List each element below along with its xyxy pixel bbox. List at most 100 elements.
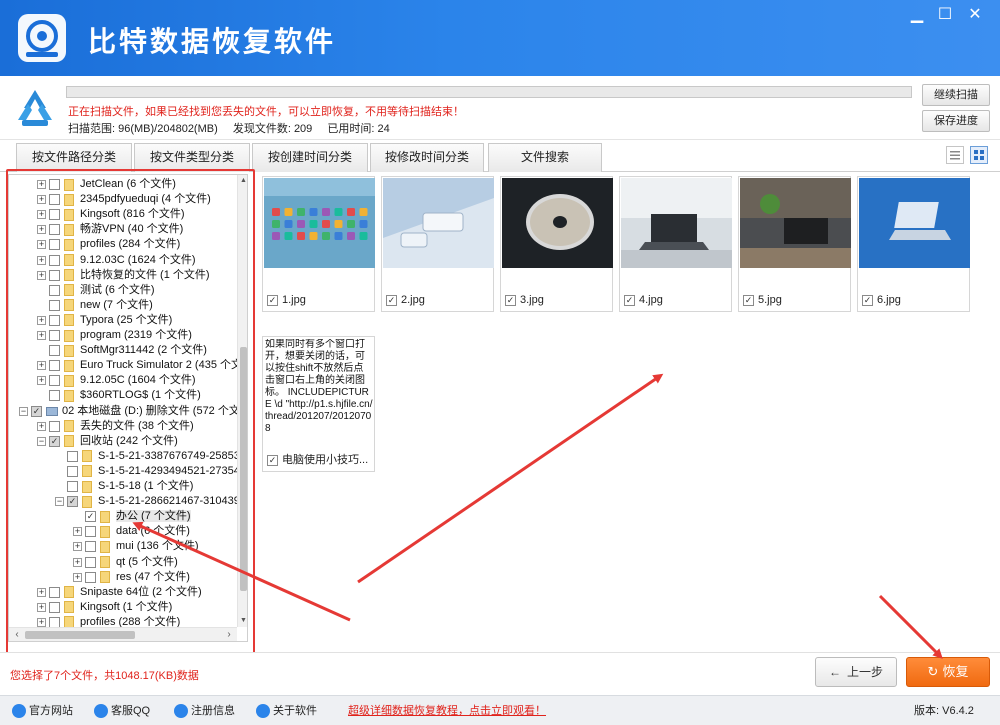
tree-row[interactable]: 测试 (6 个文件) xyxy=(37,283,155,298)
expand-toggle-icon[interactable]: + xyxy=(37,225,46,235)
expand-toggle-icon[interactable]: + xyxy=(37,617,46,627)
tree-checkbox[interactable] xyxy=(49,314,60,326)
save-progress-button[interactable]: 保存进度 xyxy=(922,110,990,132)
list-view-icon[interactable] xyxy=(946,146,964,164)
tree-checkbox[interactable] xyxy=(67,450,78,462)
expand-toggle-icon[interactable]: + xyxy=(73,572,82,582)
tree-checkbox[interactable] xyxy=(67,481,78,492)
expand-toggle-icon[interactable]: − xyxy=(37,436,46,446)
expand-toggle-icon[interactable]: + xyxy=(37,376,46,386)
tree-row[interactable]: S-1-5-18 (1 个文件) xyxy=(55,479,193,494)
tree-row[interactable]: +9.12.05C (1604 个文件) xyxy=(37,373,196,388)
scroll-right-icon[interactable]: › xyxy=(223,628,235,641)
tree-checkbox[interactable]: ✓ xyxy=(85,511,96,523)
tree-row[interactable]: + mui (136 个文件) xyxy=(73,539,199,554)
file-thumbnail-card[interactable]: ✓ 3.jpg xyxy=(500,176,613,312)
tree-checkbox[interactable] xyxy=(67,465,78,477)
tree-checkbox[interactable] xyxy=(49,330,60,341)
expand-toggle-icon[interactable]: − xyxy=(19,406,28,416)
tree-checkbox[interactable]: ✓ xyxy=(49,435,60,447)
tree-row[interactable]: +2345pdfyueduqi (4 个文件) xyxy=(37,192,211,207)
tree-checkbox[interactable] xyxy=(49,269,60,281)
official-site-link[interactable]: 官方网站 xyxy=(12,703,73,719)
expand-toggle-icon[interactable]: + xyxy=(37,331,46,340)
expand-toggle-icon[interactable]: + xyxy=(73,542,82,552)
tree-checkbox[interactable] xyxy=(49,209,60,221)
tree-row[interactable]: S-1-5-21-3387676749-2585350 xyxy=(55,449,237,464)
expand-toggle-icon[interactable]: + xyxy=(37,421,46,431)
tree-row[interactable]: S-1-5-21-4293494521-2735482 xyxy=(55,464,237,479)
file-checkbox[interactable]: ✓ xyxy=(386,294,397,306)
expand-toggle-icon[interactable]: + xyxy=(73,557,82,567)
file-thumbnail-card[interactable]: ✓ 2.jpg xyxy=(381,176,494,312)
maximize-button[interactable]: ☐ xyxy=(932,4,958,26)
tree-row[interactable]: + Typora (25 个文件) xyxy=(37,313,172,328)
tree-row[interactable]: + 丢失的文件 (38 个文件) xyxy=(37,419,194,434)
expand-toggle-icon[interactable]: + xyxy=(37,195,46,205)
tree-checkbox[interactable] xyxy=(49,375,60,387)
tree-checkbox[interactable] xyxy=(85,571,96,583)
tree-row[interactable]: + profiles (284 个文件) xyxy=(37,237,180,252)
previous-step-button[interactable]: ← 上一步 xyxy=(815,657,897,687)
file-checkbox[interactable]: ✓ xyxy=(624,294,635,306)
scroll-thumb[interactable] xyxy=(240,347,247,591)
expand-toggle-icon[interactable]: − xyxy=(55,497,64,507)
file-checkbox[interactable]: ✓ xyxy=(267,294,278,306)
register-info-link[interactable]: 注册信息 xyxy=(174,703,235,719)
tree-checkbox[interactable] xyxy=(85,556,96,568)
tree-row[interactable]: + Kingsoft (1 个文件) xyxy=(37,600,172,615)
tutorial-link[interactable]: 超级详细数据恢复教程，点击立即观看！ xyxy=(348,703,546,719)
tab-file-search[interactable]: 文件搜索 xyxy=(488,143,602,172)
file-checkbox[interactable]: ✓ xyxy=(862,294,873,306)
tree-checkbox[interactable] xyxy=(49,616,60,627)
tree-horizontal-scrollbar[interactable]: ‹ › xyxy=(9,627,237,641)
file-thumbnail-card[interactable]: ✓ 5.jpg xyxy=(738,176,851,312)
tree-checkbox[interactable] xyxy=(49,299,60,311)
tree-checkbox[interactable] xyxy=(49,254,60,266)
tree-checkbox[interactable] xyxy=(49,194,60,206)
tree-vertical-scrollbar[interactable]: ▲ ▼ xyxy=(237,175,247,627)
tree-checkbox[interactable] xyxy=(49,224,60,236)
tree-row[interactable]: + 畅游VPN (40 个文件) xyxy=(37,222,183,237)
file-thumbnail-card[interactable]: ✓ 4.jpg xyxy=(619,176,732,312)
tree-checkbox[interactable]: ✓ xyxy=(31,405,42,417)
doc-file-checkbox[interactable]: ✓ xyxy=(267,454,278,466)
tab-by-modified[interactable]: 按修改时间分类 xyxy=(370,143,484,172)
minimize-button[interactable]: ▁ xyxy=(904,4,930,26)
tree-row[interactable]: new (7 个文件) xyxy=(37,298,153,313)
tree-checkbox[interactable] xyxy=(49,345,60,357)
expand-toggle-icon[interactable]: + xyxy=(37,255,46,265)
doc-file-card[interactable]: 如果同时有多个窗口打开，想要关闭的话，可以按住shift不放然后点击窗口右上角的… xyxy=(262,336,375,472)
tree-checkbox[interactable] xyxy=(49,360,60,372)
tree-row[interactable]: + qt (5 个文件) xyxy=(73,555,178,570)
tree-checkbox[interactable] xyxy=(49,179,60,190)
file-thumbnail-card[interactable]: ✓ 1.jpg xyxy=(262,176,375,312)
file-checkbox[interactable]: ✓ xyxy=(505,294,516,306)
tree-checkbox[interactable] xyxy=(85,541,96,553)
tab-by-type[interactable]: 按文件类型分类 xyxy=(134,143,250,172)
continue-scan-button[interactable]: 继续扫描 xyxy=(922,84,990,106)
tree-row[interactable]: +9.12.03C (1624 个文件) xyxy=(37,253,196,268)
recover-button[interactable]: ↻ 恢复 xyxy=(906,657,990,687)
tree-row[interactable]: + program (2319 个文件) xyxy=(37,328,192,343)
tree-row[interactable]: − ✓ S-1-5-21-286621467-3104391 xyxy=(55,494,237,509)
expand-toggle-icon[interactable]: + xyxy=(37,587,46,597)
expand-toggle-icon[interactable]: + xyxy=(37,602,46,612)
tree-row[interactable]: + JetClean (6 个文件) xyxy=(37,177,176,192)
tree-row[interactable]: ✓ 办公 (7 个文件) xyxy=(73,509,191,524)
tree-checkbox[interactable] xyxy=(49,601,60,613)
tree-row[interactable]: + Snipaste 64位 (2 个文件) xyxy=(37,585,202,600)
tree-row[interactable]: $360RTLOG$ (1 个文件) xyxy=(37,388,201,403)
file-checkbox[interactable]: ✓ xyxy=(743,294,754,306)
tree-row[interactable]: + res (47 个文件) xyxy=(73,570,190,585)
tree-checkbox[interactable] xyxy=(49,420,60,432)
tree-checkbox[interactable] xyxy=(85,526,96,538)
tree-row[interactable]: + data (6 个文件) xyxy=(73,524,190,539)
tree-checkbox[interactable] xyxy=(49,586,60,598)
tree-row[interactable]: + Euro Truck Simulator 2 (435 个文件) xyxy=(37,358,237,373)
tree-row[interactable]: + profiles (288 个文件) xyxy=(37,615,180,627)
grid-view-icon[interactable] xyxy=(970,146,988,164)
tree-row[interactable]: + 比特恢复的文件 (1 个文件) xyxy=(37,268,210,283)
expand-toggle-icon[interactable]: + xyxy=(37,210,46,220)
scroll-left-icon[interactable]: ‹ xyxy=(11,628,23,641)
